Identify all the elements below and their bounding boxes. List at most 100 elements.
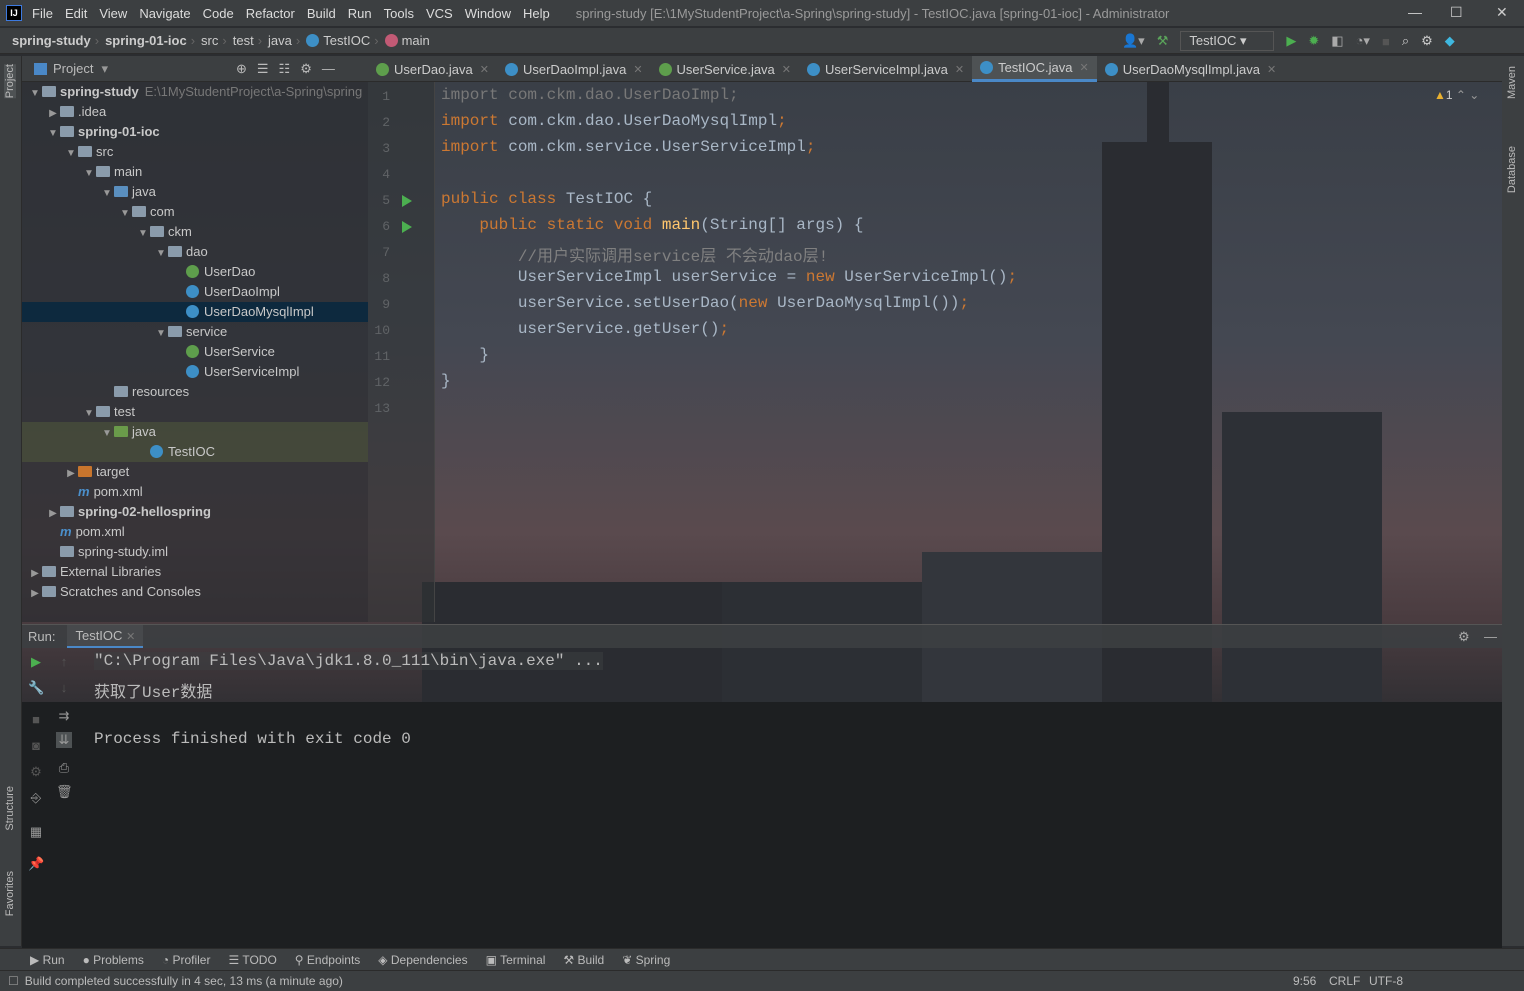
camera-icon[interactable]: ◙ bbox=[28, 738, 44, 754]
tree-item[interactable]: ▶ .idea bbox=[22, 102, 368, 122]
tab-userdao[interactable]: UserDao.java ✕ bbox=[368, 56, 497, 82]
tab-userservice[interactable]: UserService.java ✕ bbox=[651, 56, 799, 82]
bottom-tab-run[interactable]: ▶ Run bbox=[30, 953, 65, 967]
chevron-down-icon[interactable]: ▼ bbox=[100, 184, 114, 204]
project-panel-actions[interactable]: ⊕☰☷⚙— bbox=[236, 61, 345, 77]
minimize-button[interactable]: — bbox=[1408, 4, 1422, 20]
tree-item[interactable]: UserService bbox=[22, 342, 368, 362]
tree-item[interactable]: ▼ spring-study E:\1MyStudentProject\a-Spri… bbox=[22, 82, 368, 102]
maximize-button[interactable]: ☐ bbox=[1450, 4, 1463, 21]
tree-item[interactable]: ▶ Scratches and Consoles bbox=[22, 582, 368, 602]
tree-item[interactable]: UserDao bbox=[22, 262, 368, 282]
settings-gear-icon[interactable]: ⚙ bbox=[1421, 33, 1433, 49]
tree-item[interactable]: m pom.xml bbox=[22, 522, 368, 542]
menu-help[interactable]: Help bbox=[523, 6, 550, 21]
wrench-icon[interactable]: 🔧 bbox=[28, 680, 44, 696]
tab-testioc[interactable]: TestIOC.java ✕ bbox=[972, 56, 1097, 82]
exit-icon[interactable]: ⎆ bbox=[28, 790, 44, 806]
breadcrumb-module[interactable]: spring-01-ioc bbox=[105, 33, 187, 48]
tree-item[interactable]: UserDaoMysqlImpl bbox=[22, 302, 368, 322]
bottom-tab-problems[interactable]: ● Problems bbox=[83, 953, 144, 967]
menu-run[interactable]: Run bbox=[348, 6, 372, 21]
project-view-select[interactable]: Project bbox=[53, 61, 93, 76]
menu-file[interactable]: File bbox=[32, 6, 53, 21]
structure-tool-button[interactable]: Structure bbox=[4, 786, 16, 831]
tab-userdaomysqlimpl[interactable]: UserDaoMysqlImpl.java ✕ bbox=[1097, 56, 1284, 82]
bottom-tab-dependencies[interactable]: ◈ Dependencies bbox=[378, 953, 467, 967]
chevron-down-icon[interactable]: ▼ bbox=[118, 204, 132, 224]
bottom-tab-build[interactable]: ⚒ Build bbox=[563, 953, 604, 967]
tree-item[interactable]: ▼ service bbox=[22, 322, 368, 342]
user-icon[interactable]: 👤▾ bbox=[1122, 33, 1145, 49]
tree-item[interactable]: ▼ test bbox=[22, 402, 368, 422]
chevron-right-icon[interactable]: ▶ bbox=[46, 504, 60, 524]
chevron-right-icon[interactable]: ▶ bbox=[28, 584, 42, 604]
chevron-down-icon[interactable]: ▼ bbox=[82, 404, 96, 424]
bottom-tab-todo[interactable]: ☰ TODO bbox=[228, 953, 276, 967]
tab-userserviceimpl[interactable]: UserServiceImpl.java ✕ bbox=[799, 56, 972, 82]
line-separator[interactable]: CRLF bbox=[1329, 974, 1360, 988]
tree-item[interactable]: ▶ target bbox=[22, 462, 368, 482]
maven-tool-button[interactable]: Maven bbox=[1506, 66, 1518, 99]
status-message[interactable]: Build completed successfully in 4 sec, 1… bbox=[25, 974, 343, 988]
down-arrow-icon[interactable]: ↓ bbox=[56, 680, 72, 696]
file-encoding[interactable]: UTF-8 bbox=[1369, 974, 1403, 988]
tree-item[interactable]: ▶ spring-02-hellospring bbox=[22, 502, 368, 522]
close-tab-icon[interactable]: ✕ bbox=[633, 63, 642, 76]
tree-item[interactable]: ▼ main bbox=[22, 162, 368, 182]
tree-item[interactable]: m pom.xml bbox=[22, 482, 368, 502]
breadcrumb-method[interactable]: main bbox=[402, 33, 430, 48]
scroll-to-end-icon[interactable]: ⇊ bbox=[56, 732, 72, 748]
breadcrumb-test[interactable]: test bbox=[233, 33, 254, 48]
caret-position[interactable]: 9:56 bbox=[1293, 974, 1316, 988]
tree-item[interactable]: resources bbox=[22, 382, 368, 402]
run-tab-testioc[interactable]: TestIOC ✕ bbox=[67, 625, 144, 648]
menu-code[interactable]: Code bbox=[203, 6, 234, 21]
chevron-down-icon[interactable]: ▼ bbox=[28, 84, 42, 104]
bottom-tab-terminal[interactable]: ▣ Terminal bbox=[486, 953, 546, 967]
pin-icon[interactable]: 📌 bbox=[28, 856, 44, 872]
search-icon[interactable]: ⌕ bbox=[1402, 33, 1409, 49]
run-settings-icon[interactable]: ⚙ bbox=[1458, 629, 1470, 645]
tree-item[interactable]: ▼ java bbox=[22, 182, 368, 202]
close-tab-icon[interactable]: ✕ bbox=[955, 63, 964, 76]
menu-vcs[interactable]: VCS bbox=[426, 6, 453, 21]
chevron-right-icon[interactable]: ▶ bbox=[28, 564, 42, 584]
run-gutter-icon[interactable] bbox=[402, 195, 412, 207]
tree-item[interactable]: ▼ src bbox=[22, 142, 368, 162]
chevron-down-icon[interactable]: ▼ bbox=[82, 164, 96, 184]
tab-userdaoimpl[interactable]: UserDaoImpl.java ✕ bbox=[497, 56, 651, 82]
tree-item[interactable]: spring-study.iml bbox=[22, 542, 368, 562]
stop-icon[interactable]: ■ bbox=[1382, 34, 1390, 49]
tree-item[interactable]: ▼ com bbox=[22, 202, 368, 222]
build-hammer-icon[interactable]: ⚒ bbox=[1157, 33, 1169, 49]
close-tab-icon[interactable]: ✕ bbox=[480, 63, 489, 76]
run-config-select[interactable]: TestIOC ▾ bbox=[1180, 31, 1275, 51]
toolbox-icon[interactable]: ◆ bbox=[1445, 33, 1455, 49]
chevron-down-icon[interactable]: ▼ bbox=[154, 244, 168, 264]
bottom-tab-spring[interactable]: ❦ Spring bbox=[622, 953, 670, 967]
chevron-right-icon[interactable]: ▶ bbox=[46, 104, 60, 124]
tree-item[interactable]: ▼ spring-01-ioc bbox=[22, 122, 368, 142]
trash-icon[interactable]: 🗑 bbox=[56, 784, 73, 800]
close-tab-icon[interactable]: ✕ bbox=[782, 63, 791, 76]
panel-toggle-icon[interactable]: ☐ bbox=[8, 974, 19, 988]
close-tab-icon[interactable]: ✕ bbox=[1079, 61, 1088, 74]
chevron-down-icon[interactable]: ▼ bbox=[154, 324, 168, 344]
tree-item[interactable]: ▼ java bbox=[22, 422, 368, 442]
menu-view[interactable]: View bbox=[99, 6, 127, 21]
chevron-down-icon[interactable]: ▼ bbox=[64, 144, 78, 164]
close-button[interactable]: ✕ bbox=[1496, 4, 1508, 21]
favorites-tool-button[interactable]: Favorites bbox=[4, 871, 16, 916]
breadcrumb-java[interactable]: java bbox=[268, 33, 292, 48]
stop-icon[interactable]: ■ bbox=[28, 712, 44, 728]
tree-item[interactable]: ▶ External Libraries bbox=[22, 562, 368, 582]
up-arrow-icon[interactable]: ↑ bbox=[56, 654, 72, 670]
rerun-icon[interactable]: ▶ bbox=[28, 654, 44, 670]
print-icon[interactable]: ⎙ bbox=[56, 760, 72, 776]
warning-indicator[interactable]: ▲1 ⌃ ⌄ bbox=[1434, 88, 1479, 102]
soft-wrap-icon[interactable]: ⇉ bbox=[56, 708, 72, 724]
chevron-right-icon[interactable]: ▶ bbox=[64, 464, 78, 484]
project-tool-button[interactable]: Project bbox=[4, 64, 16, 99]
debug-icon[interactable]: ✹ bbox=[1308, 33, 1319, 49]
